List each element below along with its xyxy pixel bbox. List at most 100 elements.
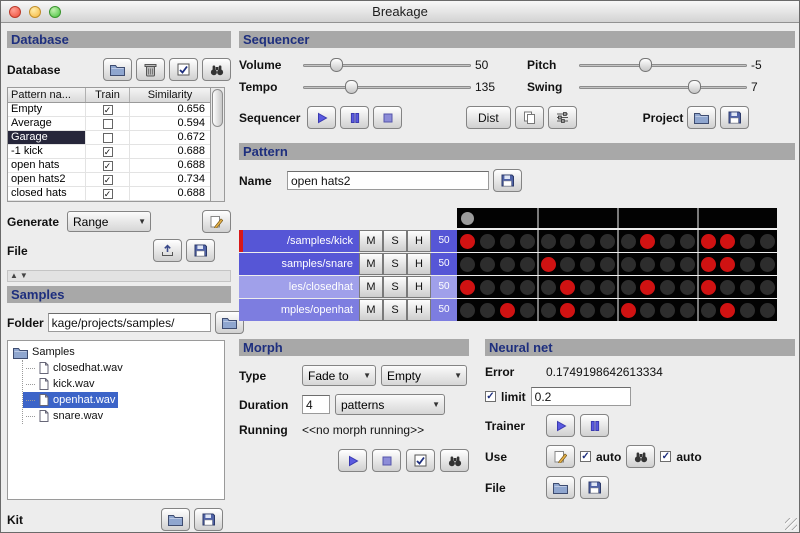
train-checkbox[interactable]: ✓ xyxy=(103,161,113,171)
step-cell[interactable] xyxy=(457,230,477,252)
database-check-button[interactable] xyxy=(169,58,198,81)
preferences-button[interactable] xyxy=(548,106,577,129)
step-cell[interactable] xyxy=(557,230,577,252)
track-m-button[interactable]: M xyxy=(359,230,383,252)
table-row[interactable]: Empty✓0.656 xyxy=(8,103,210,117)
minimize-button[interactable] xyxy=(29,6,41,18)
step-cell[interactable] xyxy=(677,230,697,252)
database-load-button[interactable] xyxy=(153,239,182,262)
trainer-play-button[interactable] xyxy=(546,414,575,437)
scrollbar-thumb[interactable] xyxy=(212,89,223,127)
cell-pattern-name[interactable]: Average xyxy=(8,117,86,130)
step-cell[interactable] xyxy=(497,276,517,298)
collapse-up-icon[interactable]: ▲ xyxy=(10,271,18,281)
generate-edit-button[interactable] xyxy=(202,210,231,233)
search-auto-checkbox[interactable]: ✓ xyxy=(660,451,671,462)
step-cell[interactable] xyxy=(517,253,537,275)
cell-pattern-name[interactable]: closed hats xyxy=(8,187,86,200)
track-m-button[interactable]: M xyxy=(359,253,383,275)
step-cell[interactable] xyxy=(577,253,597,275)
cell-train[interactable]: ✓ xyxy=(86,159,130,172)
table-row[interactable]: open hats2✓0.734 xyxy=(8,173,210,187)
morph-check-button[interactable] xyxy=(406,449,435,472)
split-divider[interactable]: ▲ ▼ xyxy=(7,270,231,282)
database-open-button[interactable] xyxy=(103,58,132,81)
project-open-button[interactable] xyxy=(687,106,716,129)
table-row[interactable]: Garage0.672 xyxy=(8,131,210,145)
train-checkbox[interactable] xyxy=(103,119,113,129)
step-cell[interactable] xyxy=(477,253,497,275)
step-cell[interactable] xyxy=(737,299,757,321)
database-search-button[interactable] xyxy=(202,58,231,81)
step-cell[interactable] xyxy=(557,276,577,298)
track-h-button[interactable]: H xyxy=(407,276,431,298)
train-checkbox[interactable]: ✓ xyxy=(103,147,113,157)
slider-thumb[interactable] xyxy=(639,58,652,72)
morph-target-select[interactable]: Empty ▼ xyxy=(381,365,467,386)
step-cell[interactable] xyxy=(757,230,777,252)
trainer-pause-button[interactable] xyxy=(580,414,609,437)
neural-save-button[interactable] xyxy=(580,476,609,499)
track-s-button[interactable]: S xyxy=(383,276,407,298)
track-name[interactable]: les/closedhat xyxy=(243,276,359,298)
train-checkbox[interactable] xyxy=(103,133,113,143)
limit-input[interactable] xyxy=(531,387,631,406)
track-volume[interactable]: 50 xyxy=(431,230,457,252)
step-cell[interactable] xyxy=(497,299,517,321)
morph-play-button[interactable] xyxy=(338,449,367,472)
step-cell[interactable] xyxy=(577,230,597,252)
database-delete-button[interactable] xyxy=(136,58,165,81)
tree-item[interactable]: kick.wav xyxy=(23,376,98,392)
cell-pattern-name[interactable]: open hats xyxy=(8,159,86,172)
track-volume[interactable]: 50 xyxy=(431,276,457,298)
slider-thumb[interactable] xyxy=(345,80,358,94)
stop-button[interactable] xyxy=(373,106,402,129)
track-s-button[interactable]: S xyxy=(383,299,407,321)
track-name[interactable]: mples/openhat xyxy=(243,299,359,321)
dist-button[interactable]: Dist xyxy=(466,106,511,129)
track-name[interactable]: samples/snare xyxy=(243,253,359,275)
step-cell[interactable] xyxy=(657,230,677,252)
track-h-button[interactable]: H xyxy=(407,253,431,275)
step-cell[interactable] xyxy=(517,299,537,321)
table-row[interactable]: -1 kick✓0.688 xyxy=(8,145,210,159)
morph-duration-input[interactable] xyxy=(302,395,330,414)
table-row[interactable]: closed hats✓0.688 xyxy=(8,187,210,201)
step-cell[interactable] xyxy=(697,299,717,321)
neural-open-button[interactable] xyxy=(546,476,575,499)
step-cell[interactable] xyxy=(637,230,657,252)
slider-thumb[interactable] xyxy=(688,80,701,94)
pattern-name-input[interactable] xyxy=(287,171,489,190)
step-cell[interactable] xyxy=(517,230,537,252)
step-cell[interactable] xyxy=(717,276,737,298)
kit-open-button[interactable] xyxy=(161,508,190,531)
column-header-pattern-name[interactable]: Pattern na... xyxy=(8,88,86,102)
track-volume[interactable]: 50 xyxy=(431,253,457,275)
table-row[interactable]: open hats✓0.688 xyxy=(8,159,210,173)
step-cell[interactable] xyxy=(677,299,697,321)
step-cell[interactable] xyxy=(697,230,717,252)
step-cell[interactable] xyxy=(637,276,657,298)
collapse-down-icon[interactable]: ▼ xyxy=(20,271,28,281)
slider-thumb[interactable] xyxy=(330,58,343,72)
train-checkbox[interactable]: ✓ xyxy=(103,175,113,185)
copy-button[interactable] xyxy=(515,106,544,129)
step-cell[interactable] xyxy=(737,253,757,275)
cell-train[interactable]: ✓ xyxy=(86,173,130,186)
tempo-slider[interactable] xyxy=(303,78,471,96)
pitch-slider[interactable] xyxy=(579,56,747,74)
step-cell[interactable] xyxy=(657,276,677,298)
cell-pattern-name[interactable]: Garage xyxy=(8,131,86,144)
step-cell[interactable] xyxy=(677,276,697,298)
morph-unit-select[interactable]: patterns ▼ xyxy=(335,394,445,415)
cell-train[interactable]: ✓ xyxy=(86,145,130,158)
step-cell[interactable] xyxy=(717,299,737,321)
close-button[interactable] xyxy=(9,6,21,18)
step-cell[interactable] xyxy=(737,230,757,252)
step-cell[interactable] xyxy=(677,253,697,275)
track-m-button[interactable]: M xyxy=(359,299,383,321)
generate-select[interactable]: Range ▼ xyxy=(67,211,151,232)
cell-train[interactable]: ✓ xyxy=(86,103,130,116)
step-cell[interactable] xyxy=(577,276,597,298)
step-cell[interactable] xyxy=(757,299,777,321)
